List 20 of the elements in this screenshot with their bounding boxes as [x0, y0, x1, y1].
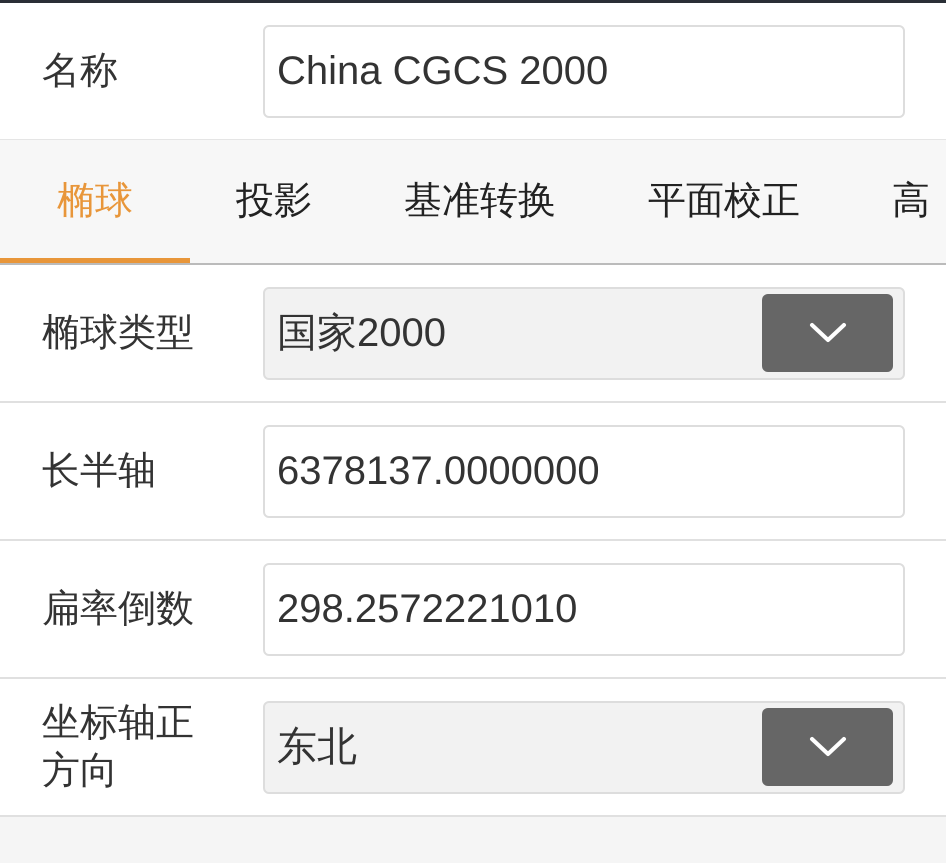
- chevron-down-icon: [808, 321, 848, 345]
- dropdown-field[interactable]: 国家2000: [263, 286, 905, 380]
- dropdown-value: 东北: [277, 724, 357, 771]
- dropdown-button[interactable]: [762, 708, 893, 786]
- tab[interactable]: 平面校正: [602, 140, 846, 263]
- field-label: 椭球类型: [41, 311, 195, 356]
- dropdown-field[interactable]: 东北: [263, 700, 905, 794]
- tab[interactable]: 投影: [190, 140, 358, 263]
- input-field[interactable]: 6378137.0000000: [263, 424, 905, 518]
- tab[interactable]: 高: [846, 140, 946, 263]
- tab[interactable]: 基准转换: [358, 140, 602, 263]
- dropdown-value: 国家2000: [277, 310, 446, 357]
- dropdown-button[interactable]: [762, 294, 893, 372]
- name-field[interactable]: China CGCS 2000: [263, 24, 905, 118]
- field-label: 名称: [41, 48, 119, 94]
- field-label: 长半轴: [41, 449, 157, 494]
- field-label: 扁率倒数: [41, 587, 195, 632]
- chevron-down-icon: [808, 735, 848, 759]
- field-label: 坐标轴正方向: [41, 701, 195, 794]
- input-field[interactable]: 298.2572221010: [263, 562, 905, 656]
